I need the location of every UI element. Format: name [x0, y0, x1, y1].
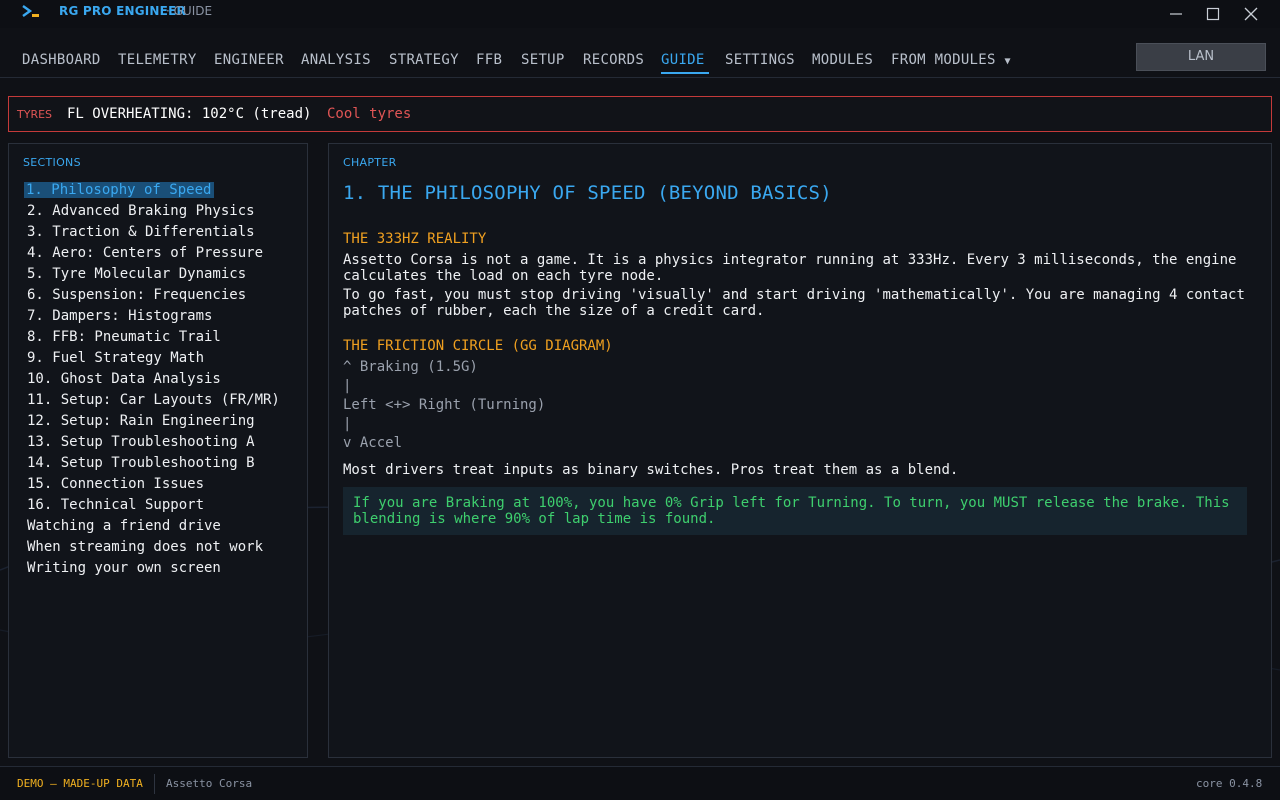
- maximize-icon[interactable]: [1194, 0, 1232, 28]
- tab-telemetry[interactable]: TELEMETRY: [118, 52, 197, 68]
- tab-from-modules-label: FROM MODULES: [891, 52, 996, 68]
- game-name: Assetto Corsa: [166, 777, 253, 790]
- section-item[interactable]: 11. Setup: Car Layouts (FR/MR): [24, 390, 280, 411]
- tab-settings[interactable]: SETTINGS: [725, 52, 795, 68]
- section-item[interactable]: When streaming does not work: [24, 537, 280, 558]
- version-label: core 0.4.8: [1196, 777, 1263, 790]
- caret-down-icon: ▼: [1004, 56, 1011, 67]
- chapter-panel: CHAPTER 1. THE PHILOSOPHY OF SPEED (BEYO…: [328, 143, 1272, 758]
- section-item[interactable]: 10. Ghost Data Analysis: [24, 369, 280, 390]
- alert-action: Cool tyres: [327, 106, 412, 122]
- sections-label: SECTIONS: [23, 156, 81, 169]
- demo-badge: DEMO — MADE-UP DATA: [17, 777, 143, 790]
- tyre-alert-banner: TYRES FL OVERHEATING: 102°C (tread) Cool…: [8, 96, 1272, 132]
- diagram-line: v Accel: [343, 435, 403, 451]
- alert-tag: TYRES: [17, 108, 53, 121]
- active-tab-indicator: [661, 72, 709, 74]
- tab-analysis[interactable]: ANALYSIS: [301, 52, 371, 68]
- status-divider: [154, 774, 155, 794]
- status-bar: DEMO — MADE-UP DATA Assetto Corsa core 0…: [0, 766, 1280, 800]
- diagram-line: Left <+> Right (Turning): [343, 397, 546, 413]
- diagram-line: ^ Braking (1.5G): [343, 359, 478, 375]
- tab-from-modules[interactable]: FROM MODULES ▼: [891, 52, 1011, 68]
- tab-setup[interactable]: SETUP: [521, 52, 565, 68]
- tab-dashboard[interactable]: DASHBOARD: [22, 52, 101, 68]
- paragraph: Most drivers treat inputs as binary swit…: [343, 462, 959, 478]
- diagram-line: |: [343, 416, 352, 432]
- section-item[interactable]: 8. FFB: Pneumatic Trail: [24, 327, 280, 348]
- chapter-title: 1. THE PHILOSOPHY OF SPEED (BEYOND BASIC…: [343, 182, 832, 204]
- app-subtitle: · GUIDE: [166, 4, 213, 18]
- paragraph: To go fast, you must stop driving 'visua…: [343, 287, 1245, 319]
- section-item[interactable]: 14. Setup Troubleshooting B: [24, 453, 280, 474]
- section-item[interactable]: 1. Philosophy of Speed: [24, 180, 280, 201]
- section-item[interactable]: 16. Technical Support: [24, 495, 280, 516]
- lan-button[interactable]: LAN: [1136, 43, 1266, 71]
- tab-engineer[interactable]: ENGINEER: [214, 52, 284, 68]
- close-icon[interactable]: [1232, 0, 1270, 28]
- section-item[interactable]: 7. Dampers: Histograms: [24, 306, 280, 327]
- section-item[interactable]: 3. Traction & Differentials: [24, 222, 280, 243]
- diagram-line: |: [343, 378, 352, 394]
- section-item[interactable]: 9. Fuel Strategy Math: [24, 348, 280, 369]
- sections-panel: SECTIONS 1. Philosophy of Speed 2. Advan…: [8, 143, 308, 758]
- chapter-label: CHAPTER: [343, 156, 397, 169]
- paragraph: Assetto Corsa is not a game. It is a phy…: [343, 252, 1237, 284]
- tab-records[interactable]: RECORDS: [583, 52, 644, 68]
- section-item[interactable]: 12. Setup: Rain Engineering: [24, 411, 280, 432]
- minimize-icon[interactable]: [1157, 0, 1195, 28]
- section-item[interactable]: Writing your own screen: [24, 558, 280, 579]
- tab-guide[interactable]: GUIDE: [661, 52, 705, 68]
- tip-box: If you are Braking at 100%, you have 0% …: [343, 487, 1247, 535]
- section-item[interactable]: 5. Tyre Molecular Dynamics: [24, 264, 280, 285]
- title-bar: RG PRO ENGINEER · GUIDE: [0, 0, 1280, 28]
- tab-ffb[interactable]: FFB: [476, 52, 502, 68]
- section-item[interactable]: 4. Aero: Centers of Pressure: [24, 243, 280, 264]
- tab-modules[interactable]: MODULES: [812, 52, 873, 68]
- section-item[interactable]: Watching a friend drive: [24, 516, 280, 537]
- sections-list: 1. Philosophy of Speed 2. Advanced Braki…: [24, 180, 280, 579]
- section-item[interactable]: 15. Connection Issues: [24, 474, 280, 495]
- terminal-logo-icon: [22, 5, 39, 17]
- tab-strategy[interactable]: STRATEGY: [389, 52, 459, 68]
- alert-message: FL OVERHEATING: 102°C (tread): [67, 106, 312, 122]
- section-heading: THE FRICTION CIRCLE (GG DIAGRAM): [343, 338, 613, 354]
- section-item[interactable]: 13. Setup Troubleshooting A: [24, 432, 280, 453]
- main-nav: DASHBOARD TELEMETRY ENGINEER ANALYSIS ST…: [0, 28, 1280, 78]
- section-item[interactable]: 2. Advanced Braking Physics: [24, 201, 280, 222]
- section-heading: THE 333HZ REALITY: [343, 231, 487, 247]
- section-item[interactable]: 6. Suspension: Frequencies: [24, 285, 280, 306]
